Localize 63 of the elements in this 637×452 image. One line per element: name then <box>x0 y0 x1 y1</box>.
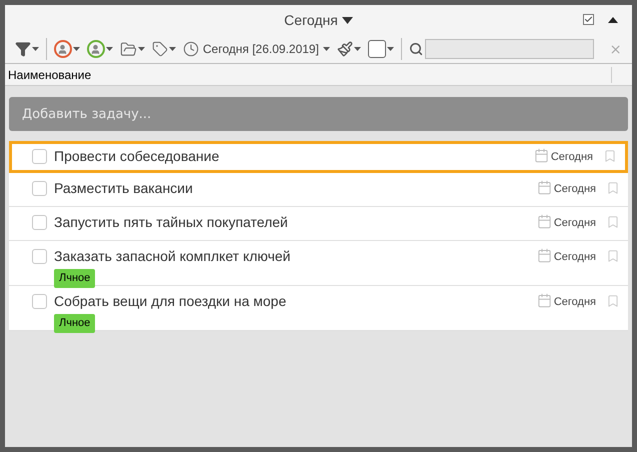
bookmark-icon[interactable] <box>606 294 620 308</box>
show-completed-checkbox[interactable] <box>583 14 594 25</box>
calendar-icon <box>536 293 552 308</box>
folder-icon <box>120 40 137 58</box>
due-date: Сегодня <box>554 250 596 265</box>
caret-icon <box>354 47 361 51</box>
author-filter-button[interactable] <box>54 40 80 58</box>
due-date: Сегодня <box>554 216 596 231</box>
caret-icon <box>168 47 176 51</box>
filter-button[interactable] <box>15 41 39 57</box>
task-checkbox[interactable] <box>32 215 47 230</box>
search-icon <box>408 41 423 57</box>
search-field[interactable] <box>424 39 594 59</box>
task-title: Заказать запасной комплкет ключей <box>54 247 290 266</box>
caret-icon <box>322 47 330 51</box>
task-row[interactable]: Разместить вакансии Сегодня <box>9 173 628 207</box>
caret-icon <box>342 16 353 24</box>
task-tag: Лчное <box>54 269 96 288</box>
calendar-icon <box>536 214 552 229</box>
user-icon <box>54 40 72 58</box>
caret-icon <box>138 47 145 51</box>
user-icon <box>86 40 105 58</box>
paintbrush-icon <box>336 41 353 57</box>
color-box-button[interactable] <box>368 40 394 58</box>
filter-icon <box>15 41 31 57</box>
task-row[interactable]: Провести собеседование Сегодня <box>9 141 628 173</box>
assignee-filter-button[interactable] <box>86 40 113 58</box>
bookmark-icon[interactable] <box>606 215 620 229</box>
calendar-icon <box>534 148 549 163</box>
bookmark-icon[interactable] <box>606 249 620 263</box>
task-checkbox[interactable] <box>32 249 47 264</box>
color-filter-button[interactable] <box>336 41 361 57</box>
add-task-field[interactable]: Добавить задачу... <box>9 97 628 131</box>
task-title: Собрать вещи для поездки на море <box>54 292 286 311</box>
bookmark-icon[interactable] <box>603 149 617 163</box>
caret-icon <box>72 47 80 51</box>
task-tag: Лчное <box>54 314 96 333</box>
folder-filter-button[interactable] <box>120 40 145 58</box>
task-row[interactable]: Запустить пять тайных покупателей Сегодня <box>9 207 628 241</box>
task-row[interactable]: Собрать вещи для поездки на море Лчное Сегодня <box>9 286 628 331</box>
caret-icon <box>32 47 39 51</box>
due-date: Сегодня <box>554 295 596 310</box>
clock-icon <box>182 41 199 57</box>
view-title-dropdown[interactable]: Сегодня <box>284 10 353 30</box>
collapse-icon[interactable] <box>608 16 618 22</box>
caret-icon <box>386 47 394 51</box>
date-filter-dropdown[interactable]: Сегодня [26.09.2019] <box>182 40 330 58</box>
task-row[interactable]: Заказать запасной комплкет ключей Лчное Сегодня <box>9 241 628 286</box>
calendar-icon <box>536 248 552 263</box>
tag-filter-button[interactable] <box>152 41 176 57</box>
task-title: Разместить вакансии <box>54 179 193 198</box>
column-header[interactable]: Наименование <box>5 66 611 84</box>
task-title: Запустить пять тайных покупателей <box>54 213 288 232</box>
due-date: Сегодня <box>554 182 596 197</box>
task-checkbox[interactable] <box>32 181 47 196</box>
bookmark-icon[interactable] <box>606 181 620 195</box>
task-checkbox[interactable] <box>32 294 47 309</box>
caret-icon <box>106 47 113 51</box>
task-title: Провести собеседование <box>54 147 220 166</box>
calendar-icon <box>536 180 552 195</box>
tag-icon <box>152 41 168 57</box>
due-date: Сегодня <box>550 150 593 165</box>
task-checkbox[interactable] <box>32 149 47 164</box>
